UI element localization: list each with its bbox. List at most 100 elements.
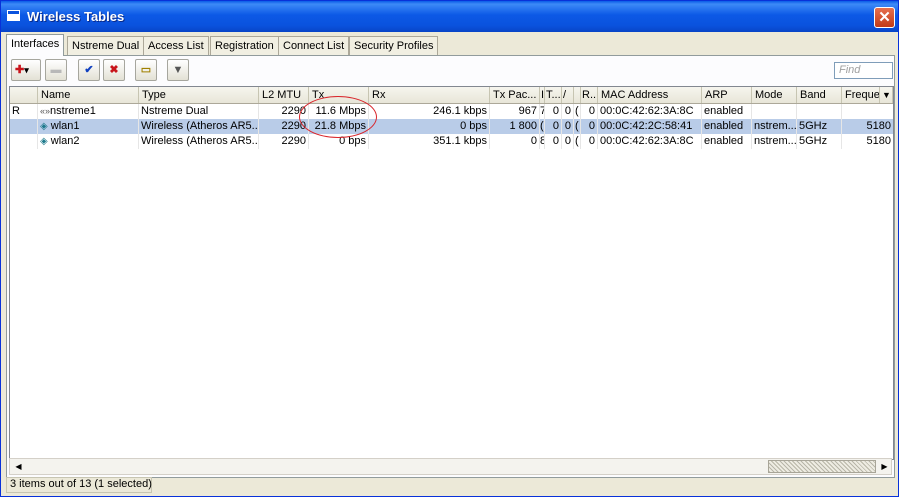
- table-row-selected[interactable]: ◈ wlan1 Wireless (Atheros AR5... 2290 21…: [10, 119, 893, 134]
- title-bar[interactable]: Wireless Tables ✕: [1, 1, 898, 32]
- col-arp[interactable]: ARP: [702, 87, 752, 103]
- filter-icon: ▼: [172, 64, 184, 76]
- window-icon: [7, 10, 20, 21]
- row-mode: [752, 104, 797, 119]
- status-text: 3 items out of 13 (1 selected): [10, 478, 152, 490]
- note-icon: ▭: [140, 64, 152, 76]
- row-narrow-4: (: [574, 134, 581, 149]
- col-tx[interactable]: Tx: [309, 87, 369, 103]
- find-input[interactable]: Find: [834, 62, 893, 79]
- row-narrow-2: 0: [545, 134, 562, 149]
- row-narrow-5: 0: [581, 104, 598, 119]
- column-chooser-icon[interactable]: ▼: [880, 87, 893, 103]
- row-tx-packets: 1 800: [490, 119, 540, 134]
- row-flag: [10, 119, 38, 134]
- table-row[interactable]: ◈ wlan2 Wireless (Atheros AR5... 2290 0 …: [10, 134, 893, 149]
- plus-icon: ✚: [15, 64, 25, 76]
- row-type: Nstreme Dual: [139, 104, 259, 119]
- interfaces-table: Name Type L2 MTU Tx Rx Tx Pac... I T... …: [9, 86, 894, 460]
- horizontal-scrollbar[interactable]: ◀ ▶: [9, 458, 892, 475]
- window-title: Wireless Tables: [27, 9, 125, 24]
- interfaces-panel: ✚▾ ▬ ✔ ✖ ▭ ▼ Find Name Type L2 MTU Tx Rx…: [6, 55, 895, 478]
- row-name: wlan2: [50, 135, 80, 147]
- filter-button[interactable]: ▼: [167, 59, 189, 81]
- row-frequency: 5180: [866, 120, 891, 132]
- row-rx: 351.1 kbps: [369, 134, 490, 149]
- col-rx[interactable]: Rx: [369, 87, 490, 103]
- row-name-cell: ◈ wlan1: [38, 119, 139, 134]
- row-tx: 0 bps: [309, 134, 369, 149]
- row-arp: enabled: [702, 134, 752, 149]
- minus-icon: ▬: [50, 64, 62, 76]
- cross-icon: ✖: [109, 64, 119, 76]
- row-flag: [10, 134, 38, 149]
- row-name-cell: «»nstreme1: [38, 104, 139, 119]
- col-narrow-2[interactable]: T...: [545, 87, 562, 103]
- row-band: 5GHz: [797, 134, 842, 149]
- row-mode: nstrem...: [754, 119, 797, 134]
- tab-security-profiles[interactable]: Security Profiles: [349, 36, 439, 55]
- col-narrow-5[interactable]: R...: [581, 87, 598, 103]
- row-narrow-2: 0: [545, 119, 562, 134]
- scrollbar-thumb[interactable]: [768, 460, 876, 473]
- row-narrow-3: 0: [562, 104, 574, 119]
- tab-connect-list[interactable]: Connect List: [278, 36, 350, 55]
- col-type[interactable]: Type: [139, 87, 259, 103]
- disable-button[interactable]: ✖: [103, 59, 125, 81]
- row-tx-packets: 967: [490, 104, 540, 119]
- wireless-icon: ◈: [40, 121, 48, 132]
- check-icon: ✔: [84, 64, 94, 76]
- col-name[interactable]: Name: [38, 87, 139, 103]
- row-l2mtu: 2290: [259, 119, 309, 134]
- row-name-cell: ◈ wlan2: [38, 134, 139, 149]
- row-arp: enabled: [702, 104, 752, 119]
- table-header: Name Type L2 MTU Tx Rx Tx Pac... I T... …: [10, 87, 893, 104]
- row-rx: 0 bps: [369, 119, 490, 134]
- col-flags[interactable]: [10, 87, 38, 103]
- row-l2mtu: 2290: [259, 134, 309, 149]
- row-mac-address: 00:0C:42:62:3A:8C: [598, 104, 702, 119]
- scroll-left-icon[interactable]: ◀: [11, 460, 26, 474]
- row-narrow-3: 0: [562, 134, 574, 149]
- close-button[interactable]: ✕: [874, 7, 895, 28]
- row-name: nstreme1: [50, 105, 96, 117]
- enable-button[interactable]: ✔: [78, 59, 100, 81]
- scroll-right-icon[interactable]: ▶: [877, 460, 892, 474]
- wireless-icon: ◈: [40, 136, 48, 147]
- row-narrow-5: 0: [581, 119, 598, 134]
- remove-button[interactable]: ▬: [45, 59, 67, 81]
- tab-interfaces[interactable]: Interfaces: [6, 34, 65, 56]
- row-band: [797, 104, 842, 119]
- comment-button[interactable]: ▭: [135, 59, 157, 81]
- tab-registration[interactable]: Registration: [210, 36, 279, 55]
- row-frequency: 5180: [866, 135, 891, 147]
- col-narrow-3[interactable]: /: [562, 87, 574, 103]
- nstreme-icon: «»: [40, 106, 51, 116]
- row-type: Wireless (Atheros AR5...: [141, 119, 259, 134]
- row-name: wlan1: [50, 120, 80, 132]
- row-narrow-3: 0: [562, 119, 574, 134]
- col-l2mtu[interactable]: L2 MTU: [259, 87, 309, 103]
- row-l2mtu: 2290: [259, 104, 309, 119]
- row-narrow-5: 0: [581, 134, 598, 149]
- col-frequency[interactable]: Freque: [842, 87, 880, 103]
- row-band: 5GHz: [797, 119, 842, 134]
- col-mode[interactable]: Mode: [752, 87, 797, 103]
- row-narrow-2: 0: [545, 104, 562, 119]
- col-band[interactable]: Band: [797, 87, 842, 103]
- row-type: Wireless (Atheros AR5...: [141, 134, 259, 149]
- tab-nstreme-dual[interactable]: Nstreme Dual: [67, 36, 145, 55]
- col-tx-packets[interactable]: Tx Pac...: [490, 87, 540, 103]
- row-tx-packets: 0: [490, 134, 540, 149]
- chevron-down-icon: ▾: [24, 65, 29, 75]
- row-tx: 21.8 Mbps: [309, 119, 369, 134]
- tab-access-list[interactable]: Access List: [143, 36, 209, 55]
- row-mode: nstrem...: [754, 134, 797, 149]
- row-flag: R: [10, 104, 38, 119]
- add-button[interactable]: ✚▾: [11, 59, 41, 81]
- col-mac-address[interactable]: MAC Address: [598, 87, 702, 103]
- table-row[interactable]: R «»nstreme1 Nstreme Dual 2290 11.6 Mbps…: [10, 104, 893, 119]
- row-narrow-4: (: [574, 104, 581, 119]
- row-narrow-4: (: [574, 119, 581, 134]
- col-narrow-4[interactable]: [574, 87, 581, 103]
